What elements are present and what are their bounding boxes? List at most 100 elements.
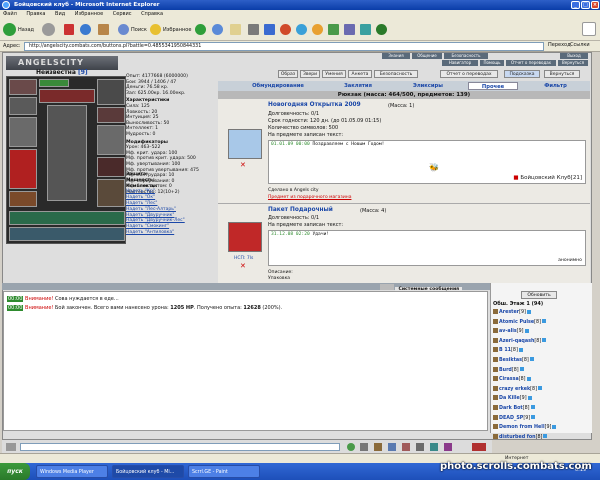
user-info-icon[interactable]	[493, 328, 498, 334]
menu-edit[interactable]: Правка	[26, 11, 45, 17]
item-name[interactable]: Новогодняя Открытка 2009	[268, 102, 361, 108]
back-button[interactable]: Назад	[18, 24, 34, 36]
task-browser[interactable]: Бойцовский клуб - Mi...	[112, 465, 184, 478]
item-gift-link[interactable]: Предмет из подарочного магазина	[268, 195, 351, 200]
offhand-slot[interactable]	[97, 125, 125, 155]
search-button[interactable]: Поиск	[131, 24, 147, 36]
user-info-icon[interactable]	[493, 347, 498, 353]
tab-equipment[interactable]: Обмундирование	[238, 82, 318, 90]
btn-hint[interactable]: Подсказка	[504, 70, 540, 78]
task-paint[interactable]: Scrrl.GE - Paint	[188, 465, 260, 478]
favorites-icon[interactable]	[150, 24, 161, 35]
toolbar-extra-icon-2[interactable]	[328, 24, 339, 35]
start-button[interactable]: пуск	[0, 463, 30, 480]
user-info-icon[interactable]	[493, 376, 498, 382]
spell-slots-row-1[interactable]	[9, 211, 125, 225]
back-icon[interactable]	[3, 23, 16, 36]
online-user[interactable]: Cirassa[8]	[493, 375, 591, 385]
print-icon[interactable]	[248, 24, 259, 35]
refresh-icon[interactable]	[80, 24, 91, 35]
go-button[interactable]: Переход	[548, 42, 571, 48]
online-user[interactable]: Besiktas[8]	[493, 356, 591, 366]
nav-security[interactable]: Безопасность	[444, 53, 488, 59]
earrings-slot[interactable]	[97, 79, 125, 105]
task-media-player[interactable]: Windows Media Player	[36, 465, 108, 478]
btn-transfers[interactable]: Отчет о переводах	[440, 70, 498, 78]
map-icon[interactable]	[430, 443, 438, 451]
tools-icon[interactable]	[416, 443, 424, 451]
tab-other[interactable]: Прочее	[468, 82, 518, 90]
online-user[interactable]: Da Kille[9]	[493, 394, 591, 404]
online-user[interactable]: disturbed fon[8]	[493, 433, 591, 443]
menu-help[interactable]: Справка	[141, 11, 163, 17]
toolbar-extra-icon[interactable]	[312, 24, 323, 35]
user-info-icon[interactable]	[493, 337, 498, 343]
leggings-slot[interactable]	[97, 157, 125, 177]
settings-icon[interactable]	[388, 443, 396, 451]
user-info-icon[interactable]	[493, 385, 498, 391]
armor-slot[interactable]	[9, 149, 37, 189]
user-info-icon[interactable]	[493, 414, 498, 420]
tab-filter[interactable]: Фильтр	[528, 82, 583, 90]
close-button[interactable]: ×	[591, 1, 599, 9]
favorites-button[interactable]: Избранное	[163, 24, 191, 36]
clear-icon[interactable]	[360, 443, 368, 451]
menu-view[interactable]: Вид	[55, 11, 65, 17]
chat-options-icon[interactable]	[444, 443, 452, 451]
menu-favorites[interactable]: Избранное	[75, 11, 103, 17]
helmet-slot[interactable]	[9, 79, 37, 95]
online-user[interactable]: Dark Bot[8]	[493, 404, 591, 414]
online-user[interactable]: B 11[8]	[493, 346, 591, 356]
menu-file[interactable]: Файл	[3, 11, 17, 17]
nav-transfers[interactable]: Отчет о переводах	[506, 60, 556, 66]
btn-return[interactable]: Вернуться	[544, 70, 580, 78]
messenger-icon[interactable]	[296, 24, 307, 35]
opera-icon[interactable]	[280, 24, 291, 35]
user-info-icon[interactable]	[493, 404, 498, 410]
smiles-icon[interactable]	[374, 443, 382, 451]
delete-icon[interactable]: ✕	[240, 262, 246, 270]
item-name[interactable]: Пакет Подарочный	[268, 207, 333, 213]
btn-profile[interactable]: Анкета	[348, 70, 372, 78]
home-icon[interactable]	[98, 24, 109, 35]
spell-slots-row-2[interactable]	[9, 227, 125, 241]
delete-icon[interactable]: ✕	[240, 161, 246, 169]
chat-mode-icon[interactable]	[6, 443, 16, 451]
user-info-icon[interactable]	[493, 395, 498, 401]
online-user[interactable]: Azeri-qaqash[8]	[493, 337, 591, 347]
user-info-icon[interactable]	[493, 366, 498, 372]
edit-icon[interactable]	[264, 24, 275, 35]
btn-pets[interactable]: Звери	[300, 70, 320, 78]
refresh-button[interactable]: Обновить	[521, 291, 557, 299]
bracer-slot[interactable]	[9, 97, 37, 115]
search-icon[interactable]	[118, 24, 129, 35]
item-package-image[interactable]	[228, 222, 262, 252]
stop-icon[interactable]	[64, 24, 74, 35]
nav-navigator[interactable]: Навигатор	[442, 60, 478, 66]
gloves-slot[interactable]	[97, 107, 125, 123]
forward-icon[interactable]	[42, 23, 55, 36]
online-user[interactable]: Arester[9]	[493, 308, 591, 318]
online-user[interactable]: Demon from Hell[9]	[493, 423, 591, 433]
user-info-icon[interactable]	[493, 309, 498, 314]
send-icon[interactable]	[347, 443, 355, 451]
chat-tab-main[interactable]	[380, 284, 394, 290]
nav-knowledge[interactable]: Знания	[382, 53, 410, 59]
nav-chat[interactable]: Общение	[412, 53, 442, 59]
media-icon[interactable]	[195, 24, 206, 35]
online-user[interactable]: crazy erkek[8]	[493, 385, 591, 395]
amulet-rings-slots[interactable]	[39, 89, 95, 103]
boots-slot[interactable]	[97, 179, 125, 207]
tab-elixirs[interactable]: Эликсиры	[398, 82, 458, 90]
links-button[interactable]: Ссылки	[570, 42, 590, 48]
toolbar-extra-icon-3[interactable]	[344, 24, 355, 35]
maximize-button[interactable]: □	[581, 1, 590, 9]
user-info-icon[interactable]	[493, 433, 498, 439]
menu-tools[interactable]: Сервис	[113, 11, 132, 17]
btn-image[interactable]: Образ	[278, 70, 298, 78]
address-input[interactable]: http://angelscity.combats.com/buttons.pl…	[24, 42, 544, 51]
user-info-icon[interactable]	[493, 318, 498, 324]
online-user[interactable]: Burd[8]	[493, 366, 591, 376]
weapon-slot[interactable]	[9, 117, 37, 147]
filter-icon[interactable]	[402, 443, 410, 451]
